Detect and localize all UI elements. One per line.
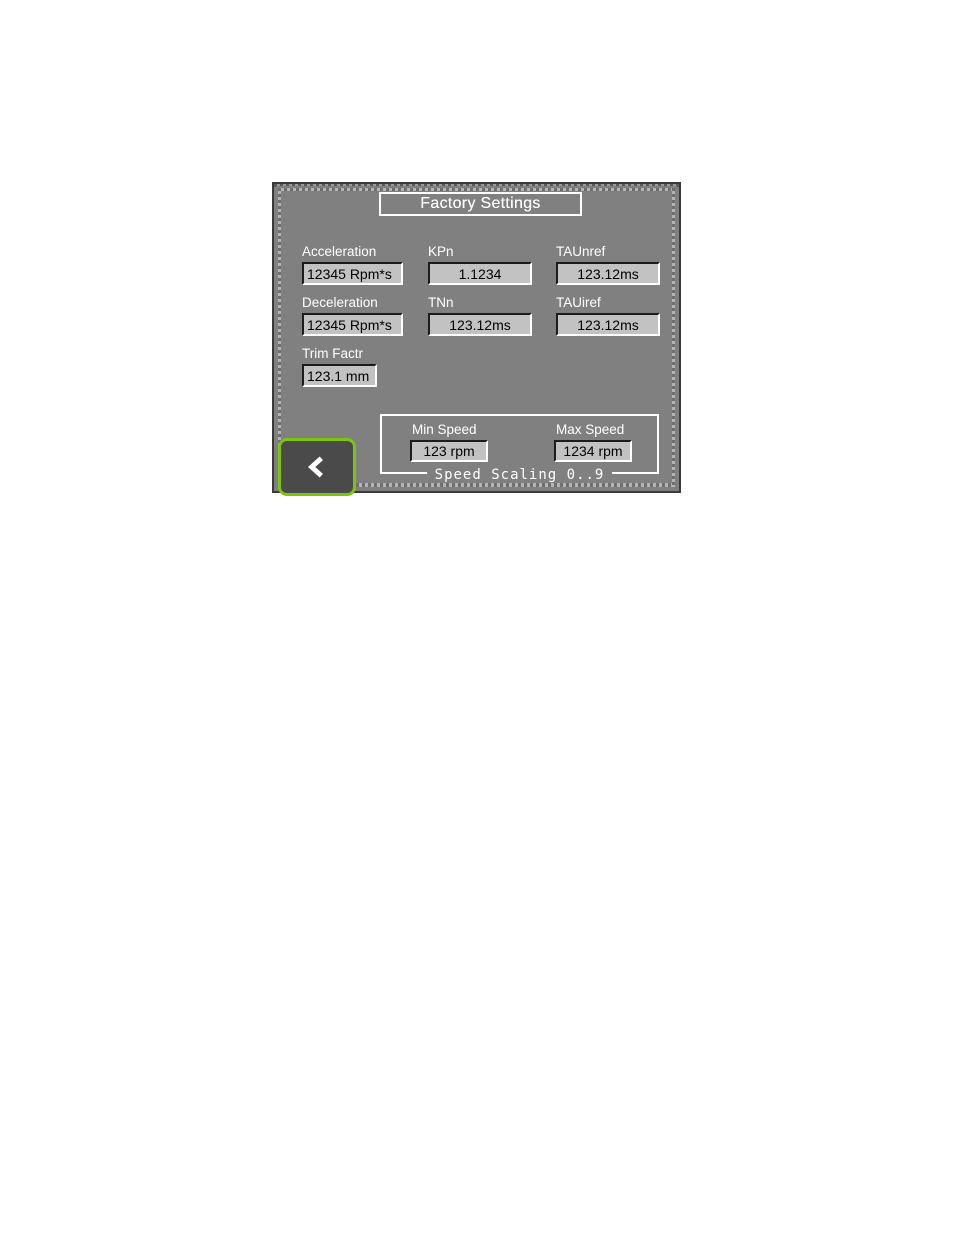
field-label-taunref: TAUnref: [556, 244, 606, 259]
input-deceleration[interactable]: 12345 Rpm*s: [302, 313, 403, 336]
field-label-tnn: TNn: [428, 295, 454, 310]
input-min-speed[interactable]: 123 rpm: [410, 440, 488, 462]
speed-scaling-group: Min Speed 123 rpm Max Speed 1234 rpm Spe…: [380, 414, 659, 483]
field-tauiref: TAUiref 123.12ms: [556, 295, 660, 336]
page-title-box: Factory Settings: [379, 192, 582, 216]
panel-frame-top: [278, 188, 675, 191]
field-label-tauiref: TAUiref: [556, 295, 601, 310]
field-label-max-speed: Max Speed: [556, 422, 625, 437]
input-max-speed[interactable]: 1234 rpm: [554, 440, 632, 462]
field-taunref: TAUnref 123.12ms: [556, 244, 660, 285]
field-label-min-speed: Min Speed: [412, 422, 477, 437]
input-kpn[interactable]: 1.1234: [428, 262, 532, 285]
field-label-trim-factr: Trim Factr: [302, 346, 363, 361]
input-tnn[interactable]: 123.12ms: [428, 313, 532, 336]
field-label-kpn: KPn: [428, 244, 454, 259]
input-trim-factr[interactable]: 123.1 mm: [302, 364, 377, 387]
input-acceleration[interactable]: 12345 Rpm*s: [302, 262, 403, 285]
input-tauiref[interactable]: 123.12ms: [556, 313, 660, 336]
field-deceleration: Deceleration 12345 Rpm*s: [302, 295, 403, 336]
panel-inner-surface: Factory Settings Acceleration 12345 Rpm*…: [276, 186, 677, 496]
field-label-acceleration: Acceleration: [302, 244, 377, 259]
field-min-speed: Min Speed 123 rpm: [410, 422, 488, 462]
page-title: Factory Settings: [420, 195, 541, 212]
field-max-speed: Max Speed 1234 rpm: [554, 422, 632, 462]
factory-settings-panel: Factory Settings Acceleration 12345 Rpm*…: [272, 182, 681, 496]
field-trim-factr: Trim Factr 123.1 mm: [302, 346, 377, 387]
field-kpn: KPn 1.1234: [428, 244, 532, 285]
chevron-left-icon: [307, 456, 323, 478]
field-acceleration: Acceleration 12345 Rpm*s: [302, 244, 403, 285]
field-tnn: TNn 123.12ms: [428, 295, 532, 336]
speed-scaling-legend: Speed Scaling 0..9: [426, 467, 613, 483]
input-taunref[interactable]: 123.12ms: [556, 262, 660, 285]
panel-frame-right: [672, 188, 675, 487]
back-button[interactable]: [278, 438, 356, 496]
field-label-deceleration: Deceleration: [302, 295, 378, 310]
